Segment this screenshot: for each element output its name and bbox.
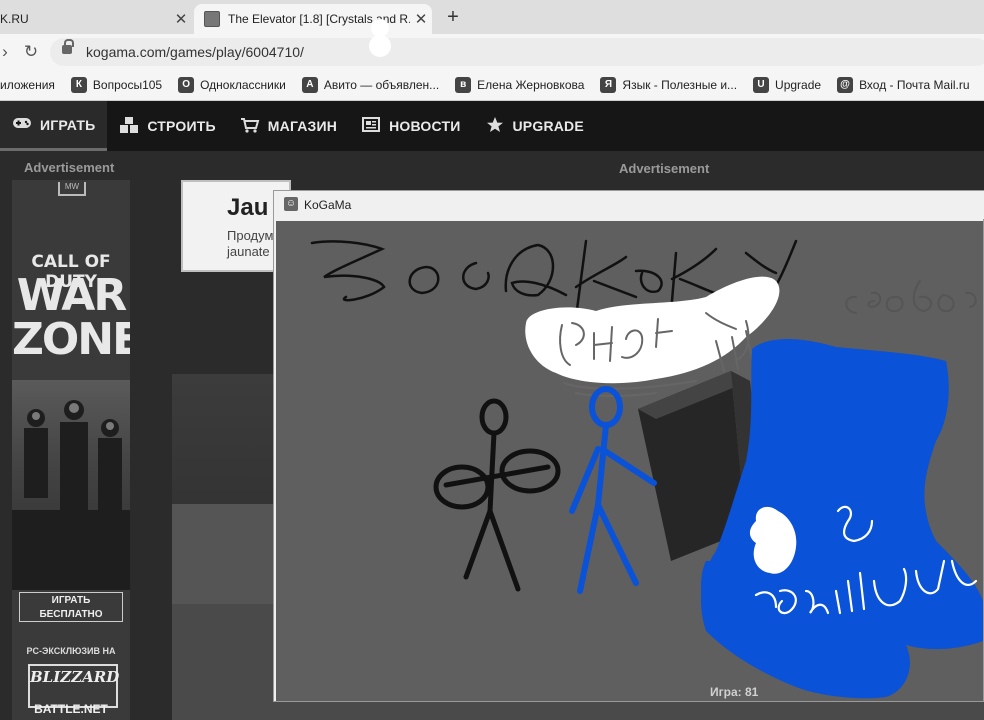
bookmark-label: Вход - Почта Mail.ru	[859, 78, 970, 92]
bookmark-upgrade[interactable]: U Upgrade	[753, 77, 821, 93]
tab-label: K.RU	[0, 12, 29, 26]
gamepad-icon	[12, 116, 32, 133]
mw-logo: MW	[58, 182, 86, 196]
game-canvas[interactable]	[276, 221, 983, 701]
game-description-line: jaunate	[227, 244, 270, 259]
forward-arrow-icon[interactable]: ›	[0, 41, 16, 63]
nav-label: ИГРАТЬ	[40, 116, 96, 133]
lock-icon[interactable]	[62, 39, 74, 54]
globe-icon: Я	[600, 77, 617, 93]
bookmark-avito[interactable]: А Авито — объявлен...	[301, 77, 440, 93]
browser-tab-bar: K.RU ✕ The Elevator [1.8] [Crystals and …	[0, 0, 984, 34]
url-text[interactable]: kogama.com/games/play/6004710/	[86, 44, 304, 60]
side-advertisement[interactable]: MW CALL OF DUTY WAR ZONE ИГРАТЬ БЕСПЛАТН…	[12, 180, 130, 720]
close-icon[interactable]: ✕	[170, 10, 192, 28]
star-icon	[485, 116, 505, 137]
nav-play[interactable]: ИГРАТЬ	[0, 101, 108, 151]
kogama-window-title: KoGaMa	[304, 198, 352, 212]
kogama-favicon-icon	[204, 11, 220, 27]
handwriting-right	[845, 280, 977, 314]
vk-icon: в	[455, 77, 472, 93]
ad-battlenet-text: BATTLE.NET	[34, 702, 108, 716]
bookmark-apps[interactable]: иложения	[0, 78, 55, 92]
game-drawing	[310, 239, 983, 699]
nav-build[interactable]: СТРОИТЬ	[107, 101, 227, 151]
bookmark-favicon-icon: К	[70, 77, 87, 93]
cart-icon	[240, 117, 260, 136]
ad-exclusive-text: PC-ЭКСКЛЮЗИВ НА	[26, 646, 116, 656]
ad-title-war: WAR	[16, 270, 128, 321]
kogama-window: ☺ KoGaMa Игра: 81	[273, 190, 984, 702]
ad-play-free-button[interactable]: ИГРАТЬ БЕСПЛАТНО	[19, 592, 123, 622]
bookmark-vk[interactable]: в Елена Жерновкова	[455, 77, 584, 93]
advertisement-label: Advertisement	[619, 161, 710, 176]
nav-upgrade[interactable]: UPGRADE	[473, 101, 596, 151]
bookmark-label: Елена Жерновкова	[477, 78, 585, 92]
mail-icon: @	[837, 77, 854, 93]
ad-title-zone: ZONE	[12, 314, 130, 365]
odnoklassniki-icon: О	[178, 77, 195, 93]
upgrade-icon: U	[753, 77, 770, 93]
bookmark-label: Язык - Полезные и...	[622, 78, 738, 92]
bookmark-label: Авито — объявлен...	[323, 78, 440, 92]
browser-toolbar: › ↻ kogama.com/games/play/6004710/	[0, 34, 984, 70]
new-tab-button[interactable]: +	[442, 6, 464, 28]
address-bar[interactable]: kogama.com/games/play/6004710/	[50, 38, 984, 66]
nav-news[interactable]: НОВОСТИ	[349, 101, 472, 151]
nav-shop[interactable]: МАГАЗИН	[228, 101, 349, 151]
bookmark-label: Вопросы105	[92, 78, 163, 92]
close-icon[interactable]: ✕	[410, 10, 432, 28]
tab-previous[interactable]: K.RU ✕	[0, 4, 192, 34]
avito-icon: А	[301, 77, 318, 93]
fps-counter: Игра: 81	[710, 685, 759, 699]
ad-soldiers-image	[12, 380, 130, 590]
bookmark-label: иложения	[0, 78, 55, 92]
bookmark-mail[interactable]: @ Вход - Почта Mail.ru	[837, 77, 970, 93]
black-stickman-drawing	[433, 398, 561, 592]
bookmark-voprosy[interactable]: К Вопросы105	[70, 77, 163, 93]
game-description-line: Продум	[227, 228, 274, 243]
news-icon	[361, 117, 381, 135]
nav-label: СТРОИТЬ	[147, 118, 216, 134]
reload-icon[interactable]: ↻	[20, 41, 42, 63]
cursor-blob-icon	[369, 19, 391, 57]
bookmarks-bar: иложения К Вопросы105 О Одноклассники А …	[0, 70, 984, 101]
bookmark-yazyk[interactable]: Я Язык - Полезные и...	[600, 77, 737, 93]
site-navigation: ИГРАТЬ СТРОИТЬ МАГАЗИН НОВОСТИ UPGRADE	[0, 101, 984, 151]
advertisement-label: Advertisement	[24, 160, 115, 175]
tab-kogama[interactable]: The Elevator [1.8] [Crystals and R... ✕	[194, 4, 432, 34]
kogama-app-icon: ☺	[284, 197, 298, 211]
bookmark-label: Одноклассники	[200, 78, 286, 92]
nav-label: UPGRADE	[512, 118, 584, 134]
game-title: Jau	[227, 194, 269, 221]
kogama-titlebar[interactable]: ☺ KoGaMa	[274, 191, 984, 219]
bookmark-odnoklassniki[interactable]: О Одноклассники	[178, 77, 286, 93]
bookmark-label: Upgrade	[775, 78, 822, 92]
cubes-icon	[119, 116, 139, 137]
nav-label: МАГАЗИН	[267, 118, 338, 134]
game-description: Продум jaunate	[227, 228, 273, 260]
nav-label: НОВОСТИ	[389, 118, 461, 134]
